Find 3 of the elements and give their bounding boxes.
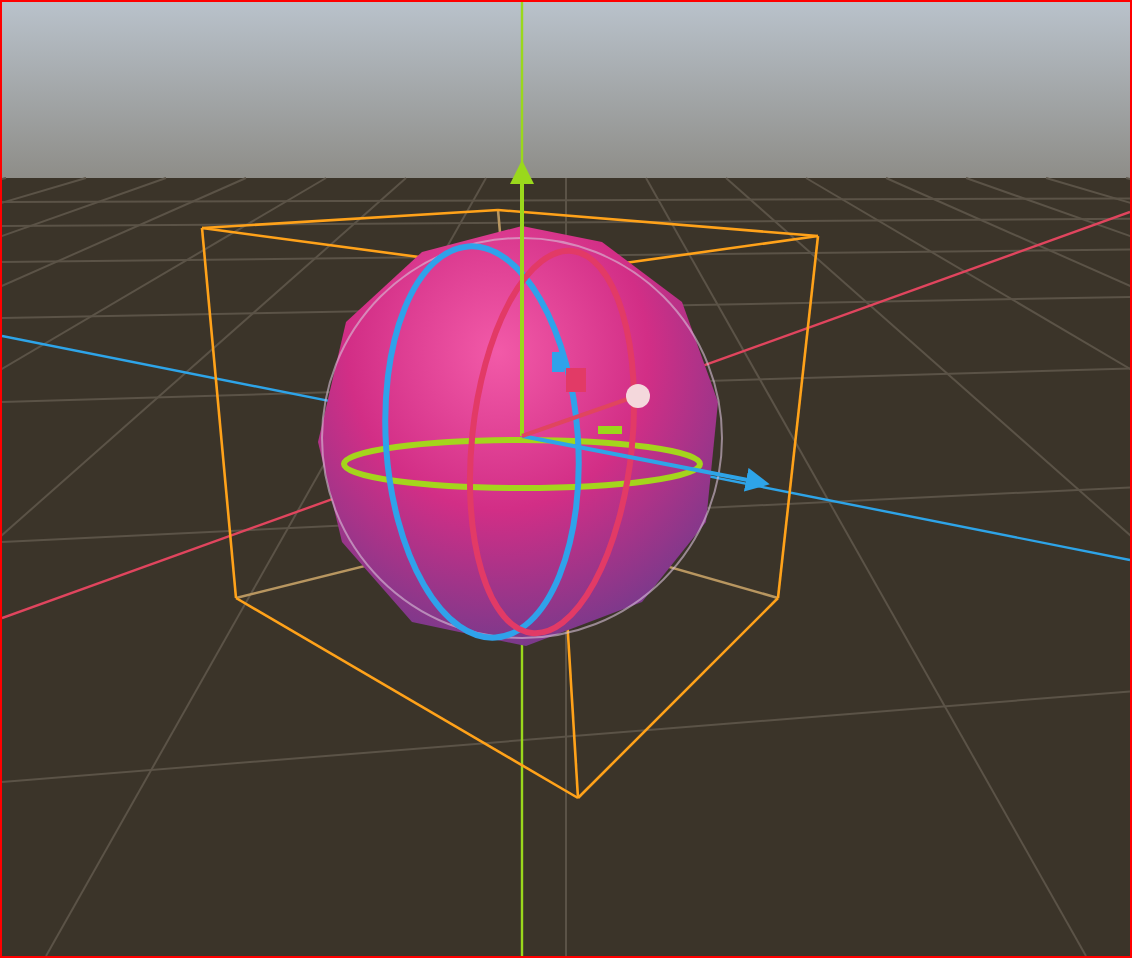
scene-viewport[interactable] — [0, 0, 1132, 958]
sphere-drawing[interactable] — [318, 226, 718, 646]
transform-gizmo-drawing[interactable] — [321, 160, 770, 641]
